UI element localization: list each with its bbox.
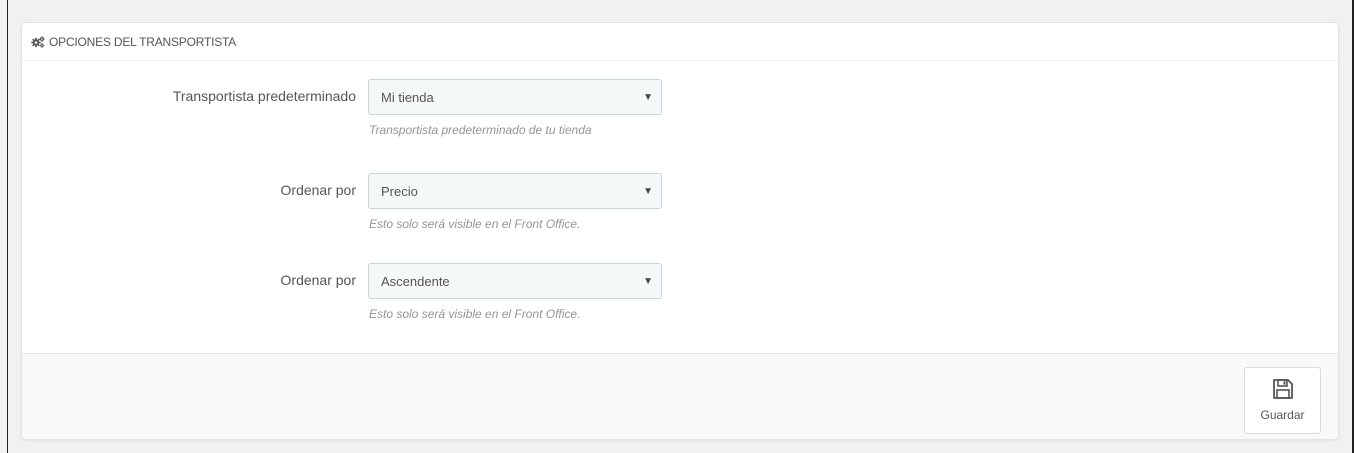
panel-body: Transportista predeterminado Mi tienda ▼…: [22, 61, 1338, 355]
sort-by-label: Ordenar por: [280, 182, 356, 198]
sort-order-help: Esto solo será visible en el Front Offic…: [369, 307, 581, 321]
sort-by-select[interactable]: Precio ▼: [368, 173, 662, 209]
caret-down-icon: ▼: [643, 92, 653, 103]
sort-order-value: Ascendente: [381, 273, 450, 289]
sort-by-help: Esto solo será visible en el Front Offic…: [369, 217, 581, 231]
default-carrier-select[interactable]: Mi tienda ▼: [368, 79, 662, 115]
sort-order-label: Ordenar por: [280, 272, 356, 288]
window-frame-left: [7, 0, 8, 453]
carrier-options-panel: OPCIONES DEL TRANSPORTISTA Transportista…: [21, 22, 1339, 440]
save-button[interactable]: Guardar: [1244, 367, 1321, 434]
panel-footer: Guardar: [22, 353, 1338, 439]
save-button-label: Guardar: [1260, 408, 1305, 422]
default-carrier-label: Transportista predeterminado: [172, 88, 356, 104]
caret-down-icon: ▼: [643, 186, 653, 197]
panel-heading: OPCIONES DEL TRANSPORTISTA: [22, 23, 1338, 61]
cogs-icon: [31, 35, 45, 48]
panel-title: OPCIONES DEL TRANSPORTISTA: [49, 34, 237, 49]
sort-order-select[interactable]: Ascendente ▼: [368, 263, 662, 299]
default-carrier-help: Transportista predeterminado de tu tiend…: [369, 123, 592, 137]
sort-by-value: Precio: [381, 183, 418, 199]
default-carrier-value: Mi tienda: [381, 89, 434, 105]
floppy-disk-icon: [1272, 378, 1294, 403]
caret-down-icon: ▼: [643, 276, 653, 287]
